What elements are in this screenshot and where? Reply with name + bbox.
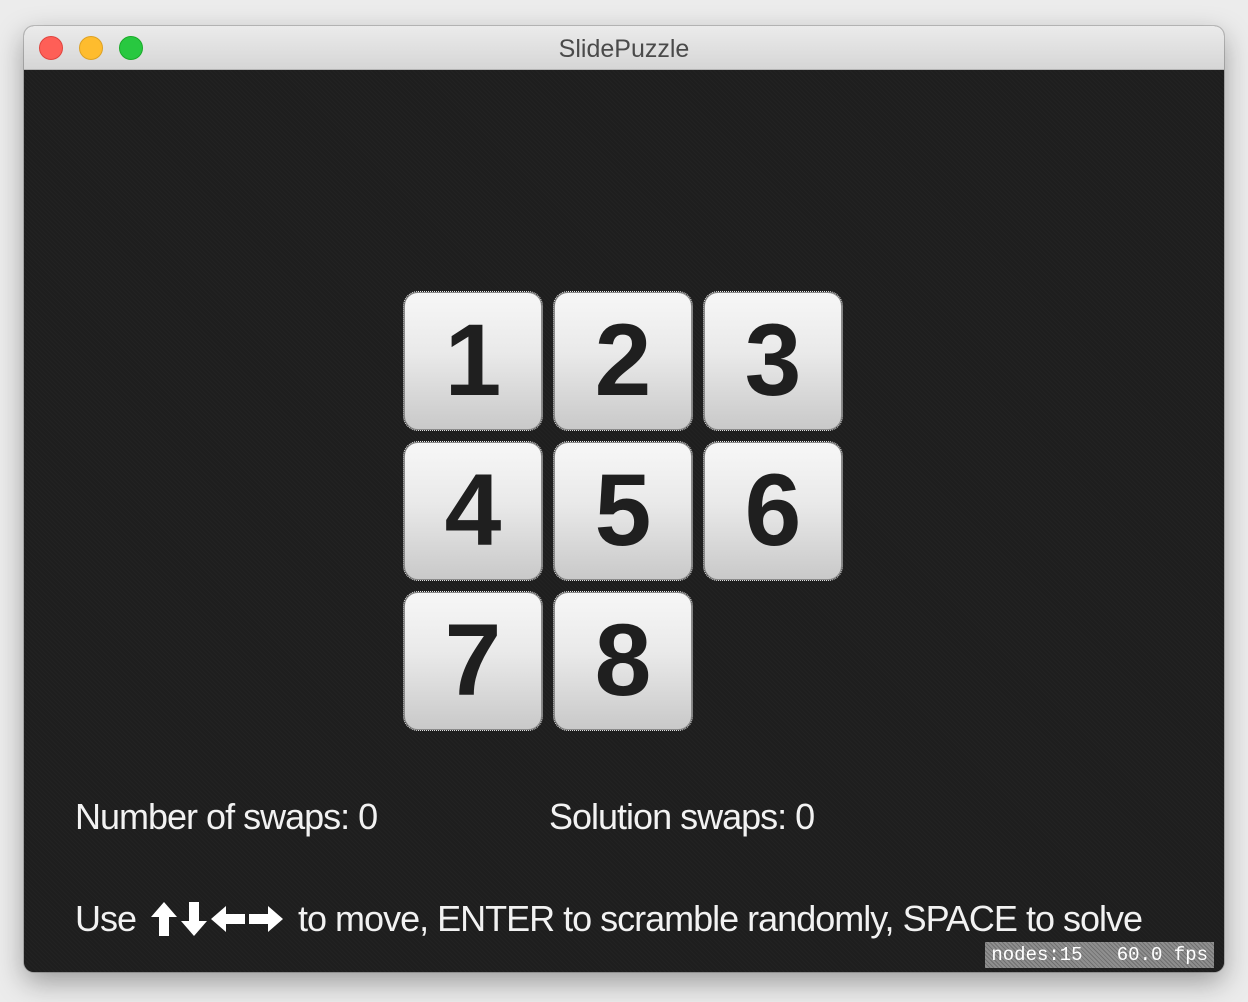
instructions: Use to move, ENTER to scramble randomly,… bbox=[75, 898, 1143, 940]
tile-label: 8 bbox=[594, 603, 652, 717]
arrow-right-icon bbox=[249, 906, 284, 932]
tile-4[interactable]: 4 bbox=[403, 441, 543, 581]
swap-counter: Number of swaps: 0 bbox=[75, 796, 378, 837]
zoom-button[interactable] bbox=[119, 36, 143, 60]
solution-counter: Solution swaps: 0 bbox=[549, 796, 815, 837]
tile-label: 5 bbox=[594, 453, 652, 567]
arrow-up-icon bbox=[151, 902, 178, 936]
arrow-down-icon bbox=[181, 902, 208, 936]
close-button[interactable] bbox=[39, 36, 63, 60]
game-scene[interactable]: 1 2 3 4 5 6 7 8 Number of swaps: 0 Solut… bbox=[24, 70, 1224, 972]
window-title: SlidePuzzle bbox=[558, 35, 690, 63]
tile-label: 7 bbox=[444, 603, 502, 717]
minimize-button[interactable] bbox=[79, 36, 103, 60]
tile-3[interactable]: 3 bbox=[703, 291, 843, 431]
title-bar[interactable]: SlidePuzzle bbox=[24, 26, 1224, 70]
performance-stats: nodes:15 60.0 fps bbox=[985, 942, 1214, 968]
tile-6[interactable]: 6 bbox=[703, 441, 843, 581]
puzzle-board: 1 2 3 4 5 6 7 8 bbox=[403, 291, 844, 732]
arrow-left-icon bbox=[211, 906, 246, 932]
tile-5[interactable]: 5 bbox=[553, 441, 693, 581]
instructions-suffix: to move, ENTER to scramble randomly, SPA… bbox=[298, 898, 1143, 939]
tile-label: 6 bbox=[744, 453, 802, 567]
tile-label: 2 bbox=[594, 303, 652, 417]
desktop: SlidePuzzle 1 2 3 4 5 6 7 8 Number of sw… bbox=[0, 0, 1248, 1002]
app-window: SlidePuzzle 1 2 3 4 5 6 7 8 Number of sw… bbox=[24, 26, 1224, 972]
arrow-keys bbox=[150, 901, 286, 937]
tile-label: 3 bbox=[744, 303, 802, 417]
tile-2[interactable]: 2 bbox=[553, 291, 693, 431]
instructions-prefix: Use bbox=[75, 898, 137, 939]
tile-label: 1 bbox=[444, 303, 502, 417]
tile-7[interactable]: 7 bbox=[403, 591, 543, 731]
tile-label: 4 bbox=[444, 453, 502, 567]
tile-8[interactable]: 8 bbox=[553, 591, 693, 731]
tile-1[interactable]: 1 bbox=[403, 291, 543, 431]
